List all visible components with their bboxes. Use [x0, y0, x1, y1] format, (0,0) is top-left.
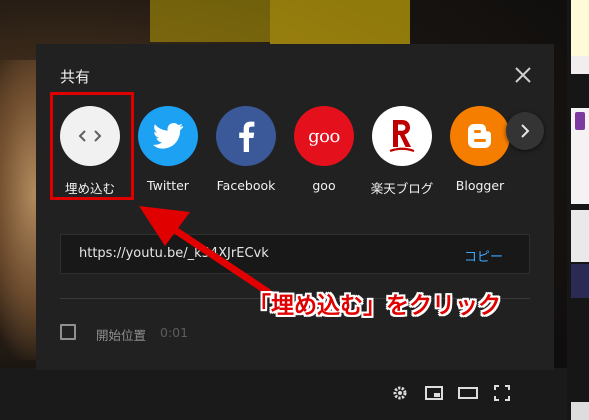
start-time-value: 0:01 [160, 325, 189, 340]
share-url-field[interactable]: https://youtu.be/_k54XJrECvk コピー [60, 234, 530, 274]
rakuten-r-icon [372, 106, 432, 166]
chevron-right-icon [521, 124, 530, 138]
share-label: Twitter [147, 178, 189, 193]
share-goo-button[interactable]: goo goo [285, 106, 363, 193]
scroll-next-button[interactable] [506, 112, 544, 150]
share-label: Blogger [455, 178, 505, 193]
video-frame-highlight [150, 0, 270, 42]
player-controls [390, 380, 512, 406]
facebook-f-icon [216, 106, 276, 166]
related-thumbnail[interactable] [571, 210, 589, 262]
related-thumbnail[interactable] [571, 402, 589, 420]
start-position-label: 開始位置 [96, 328, 147, 343]
goo-logo-text: goo [308, 125, 340, 147]
fullscreen-icon[interactable] [492, 383, 512, 403]
start-position-checkbox[interactable] [60, 324, 76, 340]
theater-mode-icon[interactable] [458, 383, 478, 403]
share-url-text[interactable]: https://youtu.be/_k54XJrECvk [79, 246, 269, 261]
share-blogger-button[interactable]: Blogger [441, 106, 519, 193]
copy-button[interactable]: コピー [464, 246, 503, 265]
annotation-caption: 「埋め込む」をクリック [248, 293, 501, 319]
blogger-b-icon [450, 106, 510, 166]
related-thumbnail-badge [575, 112, 585, 130]
annotation-highlight-box [50, 92, 134, 200]
related-thumbnail[interactable] [571, 264, 589, 298]
share-label: Facebook [216, 178, 276, 193]
goo-logo-icon: goo [294, 106, 354, 166]
related-thumbnail[interactable] [571, 0, 589, 56]
video-frame-highlight [270, 0, 410, 44]
share-label: goo [312, 178, 336, 193]
miniplayer-icon[interactable] [424, 383, 444, 403]
dialog-title: 共有 [60, 68, 91, 86]
twitter-bird-icon [138, 106, 198, 166]
share-facebook-button[interactable]: Facebook [207, 106, 285, 193]
settings-gear-icon[interactable] [390, 383, 410, 403]
share-label: 楽天ブログ [370, 181, 434, 196]
related-videos-strip [567, 0, 589, 420]
close-icon[interactable] [514, 66, 532, 84]
share-rakuten-blog-button[interactable]: 楽天ブログ [363, 106, 441, 197]
share-twitter-button[interactable]: Twitter [129, 106, 207, 193]
